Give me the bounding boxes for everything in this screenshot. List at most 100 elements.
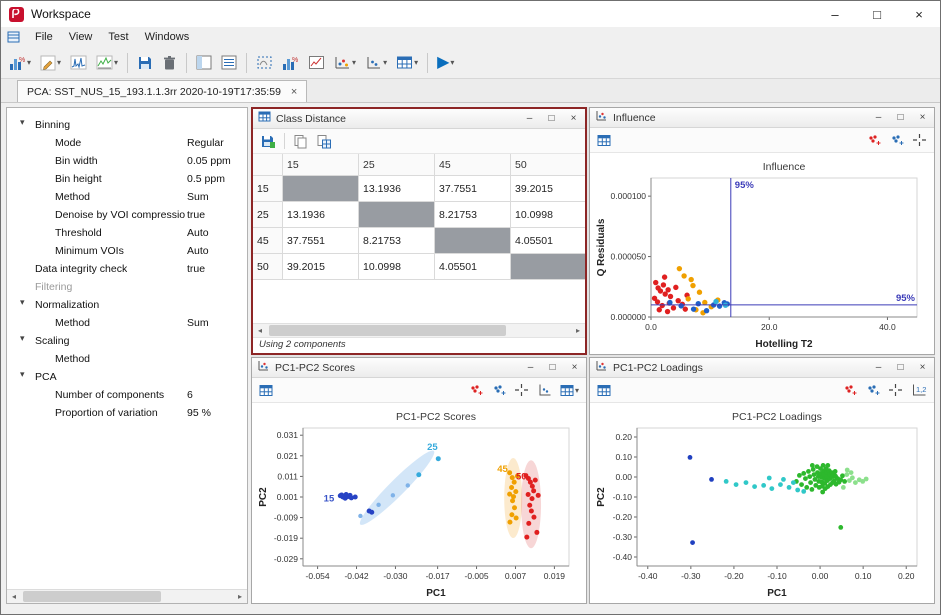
highlight-red-icon[interactable] bbox=[839, 380, 860, 401]
tree-expand-icon[interactable]: ▾ bbox=[20, 297, 25, 308]
subwindow-maximize-button[interactable]: □ bbox=[892, 110, 909, 125]
property-value[interactable]: true bbox=[187, 209, 205, 221]
export-table-button[interactable] bbox=[257, 131, 279, 152]
subwindow-minimize-button[interactable]: – bbox=[870, 110, 887, 125]
table-cell[interactable]: 4.05501 bbox=[435, 254, 511, 280]
subwindow-maximize-button[interactable]: □ bbox=[543, 111, 560, 126]
scores-plot[interactable]: PC1-PC2 Scores-0.054-0.042-0.030-0.017-0… bbox=[255, 404, 583, 600]
table-cell[interactable] bbox=[511, 254, 585, 280]
menu-windows[interactable]: Windows bbox=[138, 29, 197, 45]
property-value[interactable]: Regular bbox=[187, 137, 224, 149]
scroll-right-icon[interactable]: ▸ bbox=[233, 590, 247, 603]
spectrum-view-button[interactable] bbox=[66, 50, 91, 76]
tree-row[interactable]: ▾Normalization bbox=[7, 296, 247, 314]
menu-test[interactable]: Test bbox=[101, 29, 135, 45]
menu-grid-icon[interactable] bbox=[7, 31, 20, 43]
highlight-red-icon[interactable] bbox=[465, 380, 486, 401]
delete-button[interactable] bbox=[158, 50, 181, 76]
table-dropdown-button[interactable]: ▾ bbox=[557, 380, 582, 401]
toggle-items-panel-button[interactable] bbox=[217, 50, 241, 76]
region-select-button[interactable] bbox=[252, 50, 277, 76]
scroll-thumb[interactable] bbox=[23, 591, 161, 602]
table-cell[interactable]: 39.2015 bbox=[511, 176, 585, 202]
table-cell[interactable]: 10.0998 bbox=[359, 254, 435, 280]
table-row-header[interactable]: 50 bbox=[253, 254, 283, 280]
class-distance-titlebar[interactable]: Class Distance – □ × bbox=[253, 109, 585, 129]
tree-row[interactable]: Data integrity checktrue bbox=[7, 260, 247, 278]
table-view-button[interactable]: ▾ bbox=[392, 50, 422, 76]
table-cell[interactable]: 13.1936 bbox=[359, 176, 435, 202]
loadings-titlebar[interactable]: PC1-PC2 Loadings – □ × bbox=[590, 358, 934, 378]
tree-row[interactable]: Number of components6 bbox=[7, 386, 247, 404]
tree-row[interactable]: ▾Binning bbox=[7, 116, 247, 134]
tree-row[interactable]: Minimum VOIsAuto bbox=[7, 242, 247, 260]
menu-view[interactable]: View bbox=[62, 29, 100, 45]
binning-options-button[interactable]: % ▾ bbox=[5, 50, 35, 76]
table-cell[interactable] bbox=[283, 176, 359, 202]
tree-row[interactable]: ModeRegular bbox=[7, 134, 247, 152]
table-cell[interactable]: 37.7551 bbox=[435, 176, 511, 202]
table-row-header[interactable]: 25 bbox=[253, 202, 283, 228]
window-maximize-button[interactable]: □ bbox=[856, 1, 898, 27]
table-cell[interactable]: 10.0998 bbox=[511, 202, 585, 228]
copy-button[interactable] bbox=[290, 131, 311, 152]
show-table-button[interactable] bbox=[594, 130, 614, 151]
tree-expand-icon[interactable]: ▾ bbox=[20, 333, 25, 344]
table-column-header[interactable]: 50 bbox=[511, 154, 585, 176]
window-minimize-button[interactable]: – bbox=[814, 1, 856, 27]
table-cell[interactable]: 8.21753 bbox=[359, 228, 435, 254]
table-row-header[interactable]: 45 bbox=[253, 228, 283, 254]
subwindow-close-button[interactable]: × bbox=[914, 360, 931, 375]
subwindow-close-button[interactable]: × bbox=[565, 111, 582, 126]
window-close-button[interactable]: × bbox=[898, 1, 940, 27]
tree-row[interactable]: Method bbox=[7, 350, 247, 368]
table-cell[interactable] bbox=[435, 228, 511, 254]
tree-row[interactable]: Bin width0.05 ppm bbox=[7, 152, 247, 170]
property-value[interactable]: 0.05 ppm bbox=[187, 155, 231, 167]
table-column-header[interactable]: 15 bbox=[283, 154, 359, 176]
tree-row[interactable]: ▾PCA bbox=[7, 368, 247, 386]
scroll-left-icon[interactable]: ◂ bbox=[253, 324, 267, 337]
property-value[interactable]: Sum bbox=[187, 317, 209, 329]
property-value[interactable]: 95 % bbox=[187, 407, 211, 419]
run-button[interactable]: ▶ ▾ bbox=[433, 50, 458, 76]
loadings-plot[interactable]: PC1-PC2 Loadings-0.40-0.30-0.20-0.100.00… bbox=[593, 404, 931, 600]
tree-expand-icon[interactable]: ▾ bbox=[20, 117, 25, 128]
property-value[interactable]: 0.5 ppm bbox=[187, 173, 225, 185]
tree-row[interactable]: MethodSum bbox=[7, 314, 247, 332]
highlight-red-icon[interactable] bbox=[863, 130, 884, 151]
property-value[interactable]: Auto bbox=[187, 227, 209, 239]
axes-icon[interactable] bbox=[534, 380, 555, 401]
table-cell[interactable]: 39.2015 bbox=[283, 254, 359, 280]
highlight-blue-icon[interactable] bbox=[488, 380, 509, 401]
table-cell[interactable] bbox=[359, 202, 435, 228]
crosshair-icon[interactable] bbox=[885, 380, 906, 401]
tab-close-icon[interactable]: × bbox=[291, 86, 297, 98]
table-column-header[interactable]: 45 bbox=[435, 154, 511, 176]
table-cell[interactable]: 37.7551 bbox=[283, 228, 359, 254]
scores-titlebar[interactable]: PC1-PC2 Scores – □ × bbox=[252, 358, 586, 378]
subwindow-close-button[interactable]: × bbox=[914, 110, 931, 125]
table-row-header[interactable]: 15 bbox=[253, 176, 283, 202]
pca-document-tab[interactable]: PCA: SST_NUS_15_193.1.1.3rr 2020-10-19T1… bbox=[17, 80, 307, 102]
scroll-track[interactable] bbox=[267, 324, 571, 337]
tree-row[interactable]: MethodSum bbox=[7, 188, 247, 206]
subwindow-maximize-button[interactable]: □ bbox=[544, 360, 561, 375]
tree-row[interactable]: Denoise by VOI compressiontrue bbox=[7, 206, 247, 224]
copy-with-headers-button[interactable] bbox=[313, 131, 335, 152]
spectrum-stack-button[interactable]: ▾ bbox=[92, 50, 122, 76]
subwindow-minimize-button[interactable]: – bbox=[870, 360, 887, 375]
toggle-properties-panel-button[interactable] bbox=[192, 50, 216, 76]
show-table-button[interactable] bbox=[256, 380, 276, 401]
tree-row[interactable]: ThresholdAuto bbox=[7, 224, 247, 242]
table-cell[interactable]: 8.21753 bbox=[435, 202, 511, 228]
tree-row[interactable]: Proportion of variation95 % bbox=[7, 404, 247, 422]
subwindow-maximize-button[interactable]: □ bbox=[892, 360, 909, 375]
save-button[interactable] bbox=[133, 50, 157, 76]
scatter-plot-button[interactable]: ▾ bbox=[330, 50, 360, 76]
histogram-button[interactable]: % bbox=[278, 50, 303, 76]
loadings-plot-button[interactable]: ▾ bbox=[361, 50, 391, 76]
tree-row[interactable]: Filtering bbox=[7, 278, 247, 296]
highlight-blue-icon[interactable] bbox=[886, 130, 907, 151]
crosshair-icon[interactable] bbox=[511, 380, 532, 401]
